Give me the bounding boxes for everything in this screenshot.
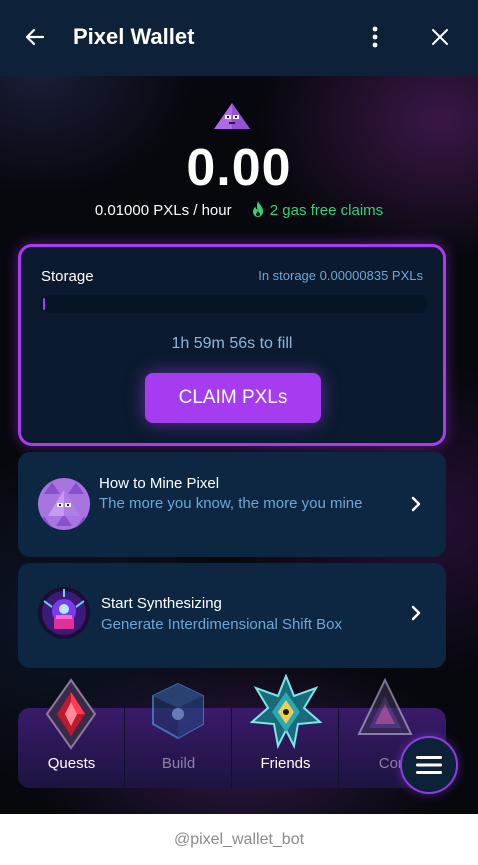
balance-amount: 0.00	[186, 139, 292, 197]
claim-button[interactable]: CLAIM PXLs	[145, 373, 321, 423]
bot-footer: @pixel_wallet_bot	[0, 814, 478, 865]
nav-item-quests[interactable]: Quests	[18, 678, 125, 788]
mining-rate: 0.01000 PXLs / hour	[94, 202, 232, 219]
storage-progress-bar	[40, 295, 428, 313]
gas-free-claims: 2 gas free claims	[269, 202, 384, 219]
back-button[interactable]	[20, 22, 50, 52]
card-subtitle: Generate Interdimensional Shift Box	[101, 616, 342, 633]
storage-label: Storage	[41, 268, 94, 285]
nav-item-friends[interactable]: Friends	[232, 674, 339, 788]
flame-icon	[252, 201, 263, 217]
storage-amount: In storage 0.00000835 PXLs	[258, 268, 423, 283]
more-options-button[interactable]	[360, 22, 390, 52]
more-vertical-icon	[372, 26, 378, 48]
card-title: Start Synthesizing	[101, 595, 222, 612]
nav-label: Quests	[47, 755, 96, 772]
build-cube-icon	[152, 682, 204, 740]
chevron-right-icon	[411, 496, 421, 512]
nav-label: Build	[161, 755, 196, 772]
quests-crystal-icon	[45, 678, 97, 750]
wallet-screen: Pixel Wallet 0.00 0.01000 PXLs / hour 2 …	[0, 0, 478, 814]
rate-row: 0.01000 PXLs / hour 2 gas free claims	[0, 200, 478, 219]
close-icon	[432, 29, 448, 45]
bottom-nav: Quests Build Friends Con	[18, 674, 446, 788]
pixel-mascot-icon	[38, 478, 90, 530]
storage-progress-fill	[43, 298, 45, 310]
top-bar: Pixel Wallet	[0, 0, 478, 76]
back-arrow-icon	[25, 28, 45, 46]
close-button[interactable]	[425, 22, 455, 52]
nav-item-build[interactable]: Build	[125, 682, 232, 788]
fill-time: 1h 59m 56s to fill	[171, 335, 293, 352]
triangle-crystal-icon	[357, 678, 413, 735]
page-title: Pixel Wallet	[73, 24, 195, 49]
friends-star-icon	[250, 674, 322, 750]
chevron-right-icon	[411, 605, 421, 621]
bot-name: @pixel_wallet_bot	[173, 830, 305, 848]
synthesis-box-icon	[38, 587, 90, 639]
card-subtitle: The more you know, the more you mine	[99, 495, 363, 512]
nav-label: Friends	[260, 755, 311, 772]
card-title: How to Mine Pixel	[99, 475, 220, 492]
hamburger-menu-icon	[416, 756, 442, 774]
menu-button[interactable]	[400, 736, 458, 794]
pixel-mascot-icon	[214, 103, 250, 129]
start-synthesizing-card[interactable]: Start Synthesizing Generate Interdimensi…	[18, 563, 446, 668]
how-to-mine-card[interactable]: How to Mine Pixel The more you know, the…	[18, 452, 446, 557]
storage-card: Storage In storage 0.00000835 PXLs 1h 59…	[18, 244, 446, 446]
